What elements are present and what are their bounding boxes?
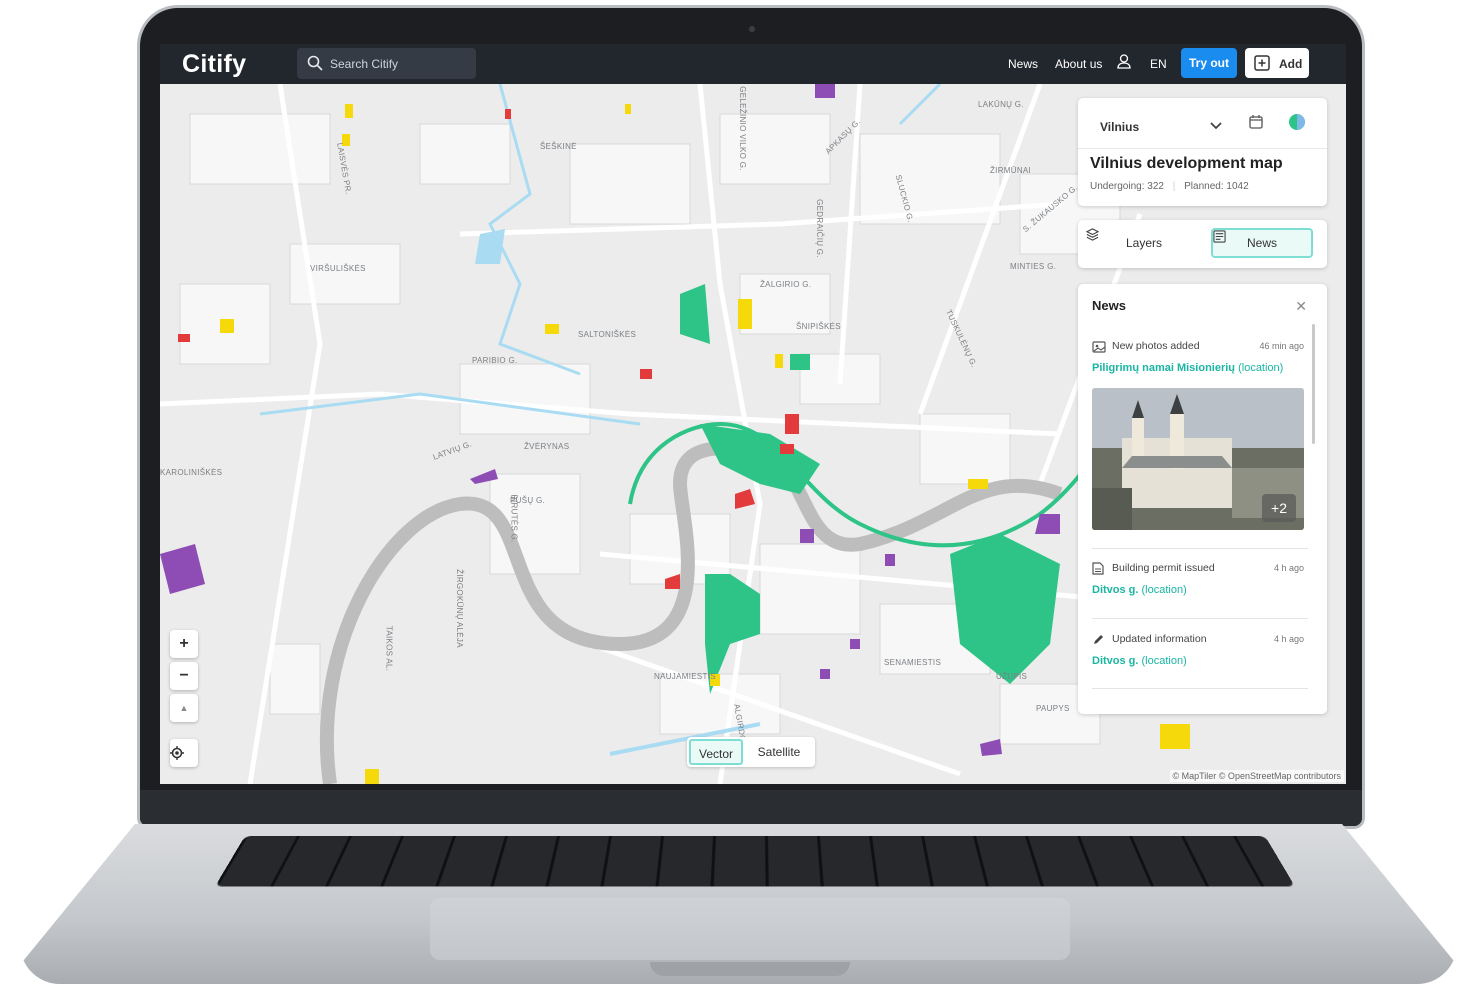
news-type: New photos added <box>1112 340 1200 352</box>
divider <box>1092 688 1308 689</box>
nav-about-link[interactable]: About us <box>1055 57 1102 71</box>
news-place-name: Ditvos g. <box>1092 584 1139 596</box>
street-label: MINTIES G. <box>1010 262 1057 271</box>
tabs-panel: Layers News <box>1078 220 1327 268</box>
calendar-icon[interactable] <box>1249 115 1263 129</box>
add-icon <box>1254 55 1270 71</box>
news-panel-title: News <box>1092 298 1126 313</box>
vector-mode-button[interactable]: Vector <box>689 739 743 765</box>
map-mode-toggle: Vector Satellite <box>687 737 815 767</box>
divider <box>1092 548 1308 549</box>
user-icon[interactable] <box>1117 54 1131 69</box>
photos-icon <box>1092 341 1106 353</box>
locate-me-button[interactable] <box>170 739 198 767</box>
news-place-name: Piligrimų namai Misionierių <box>1092 362 1236 374</box>
street-label: SENAMIESTIS <box>884 658 942 667</box>
news-type: Building permit issued <box>1112 562 1215 574</box>
tab-layers-label: Layers <box>1125 236 1163 250</box>
zoom-out-button[interactable]: − <box>170 662 198 690</box>
street-label: ŽALGIRIO G. <box>760 280 812 289</box>
news-time: 4 h ago <box>1273 634 1304 644</box>
theme-toggle-icon[interactable] <box>1288 113 1306 131</box>
street-label: SALTONIŠKĖS <box>578 330 637 339</box>
news-photo[interactable]: +2 <box>1092 388 1304 530</box>
news-time: 4 h ago <box>1273 563 1304 573</box>
divider <box>1092 618 1308 619</box>
news-item[interactable]: Updated information 4 h ago Ditvos g. (l… <box>1092 633 1304 673</box>
map-stats: Undergoing: 322 | Planned: 1042 <box>1090 181 1249 192</box>
undergoing-count: Undergoing: 322 <box>1090 181 1164 192</box>
street-label: VIRŠULIŠKĖS <box>310 264 366 273</box>
news-scrollbar[interactable] <box>1312 324 1315 444</box>
divider <box>1078 148 1327 149</box>
chevron-down-icon <box>1210 122 1222 130</box>
street-label: BIRUTĖS G. <box>509 494 519 543</box>
zoom-in-button[interactable]: + <box>170 630 198 658</box>
street-label: ŽVĖRYNAS <box>524 442 570 451</box>
city-select[interactable]: Vilnius <box>1090 112 1230 142</box>
street-label: NAUJAMIESTIS <box>654 672 716 681</box>
map-canvas[interactable]: ŠEŠKINĖ VIRŠULIŠKĖS SALTONIŠKĖS ŽALGIRIO… <box>160 84 1346 784</box>
citify-logo[interactable]: Citify <box>182 50 246 79</box>
laptop-notch <box>650 962 850 976</box>
search-input[interactable]: Search Citify <box>297 48 476 79</box>
crosshair-icon <box>170 746 184 760</box>
add-button-label: Add <box>1279 57 1303 71</box>
nav-news-link[interactable]: News <box>1008 57 1038 71</box>
street-label: ŽIRMŪNAI <box>990 166 1032 175</box>
planned-count: Planned: 1042 <box>1184 181 1249 192</box>
more-photos-badge[interactable]: +2 <box>1262 494 1296 522</box>
compass-button[interactable]: ▲ <box>170 694 198 722</box>
street-label: GEDRAIČIŲ G. <box>814 199 824 258</box>
city-panel: Vilnius Vilnius development map Undergoi… <box>1078 98 1327 206</box>
street-label: ŠNIPIŠKĖS <box>796 322 841 331</box>
pencil-icon <box>1094 635 1103 644</box>
camera <box>749 26 755 32</box>
location-link[interactable]: (location) <box>1142 655 1187 667</box>
tab-layers[interactable]: Layers <box>1086 228 1202 258</box>
app-screen: ŠEŠKINĖ VIRŠULIŠKĖS SALTONIŠKĖS ŽALGIRIO… <box>160 44 1346 784</box>
language-select[interactable]: EN <box>1150 57 1167 71</box>
document-icon <box>1092 562 1104 575</box>
screen-bezel <box>140 790 1362 826</box>
satellite-mode-button[interactable]: Satellite <box>747 739 811 765</box>
newspaper-icon <box>1213 230 1226 243</box>
layers-icon <box>1086 228 1099 241</box>
street-label: ŽIRGOKŪNŲ ALĖJA <box>454 569 464 648</box>
close-icon[interactable]: ✕ <box>1295 298 1307 315</box>
keyboard <box>215 836 1295 887</box>
news-place-name: Ditvos g. <box>1092 655 1139 667</box>
map-title: Vilnius development map <box>1090 155 1283 172</box>
news-item[interactable]: Building permit issued 4 h ago Ditvos g.… <box>1092 562 1304 602</box>
trackpad <box>430 898 1070 960</box>
street-label: LAKŪNŲ G. <box>978 100 1024 109</box>
street-label: GELEŽINIO VILKO G. <box>737 86 747 171</box>
search-icon <box>307 55 323 71</box>
location-link[interactable]: (location) <box>1238 362 1283 374</box>
tab-news-label: News <box>1246 236 1277 250</box>
street-label: KAROLINIŠKĖS <box>160 468 223 477</box>
street-label: UŽUPIS <box>996 672 1028 681</box>
location-link[interactable]: (location) <box>1142 584 1187 596</box>
news-time: 46 min ago <box>1259 341 1304 351</box>
try-out-button[interactable]: Try out <box>1181 48 1237 78</box>
news-panel: News ✕ New photos added 46 min ago Pilig… <box>1078 284 1327 714</box>
search-placeholder: Search Citify <box>330 57 399 71</box>
map-attribution: © MapTiler © OpenStreetMap contributors <box>1169 770 1344 782</box>
tab-news[interactable]: News <box>1211 228 1313 258</box>
city-select-value: Vilnius <box>1100 120 1140 134</box>
news-place-link[interactable]: Piligrimų namai Misionierių (location) <box>1092 362 1283 374</box>
top-navbar: Citify Search Citify News About us EN Tr… <box>160 44 1346 84</box>
street-label: PAUPYS <box>1036 704 1070 713</box>
street-label: PARIBIO G. <box>472 356 518 365</box>
news-place-link[interactable]: Ditvos g. (location) <box>1092 584 1187 596</box>
street-label: TAIKOS AL. <box>384 625 394 672</box>
news-type: Updated information <box>1112 633 1207 645</box>
news-place-link[interactable]: Ditvos g. (location) <box>1092 655 1187 667</box>
add-button[interactable]: Add <box>1245 48 1309 78</box>
street-label: ŠEŠKINĖ <box>540 142 577 151</box>
